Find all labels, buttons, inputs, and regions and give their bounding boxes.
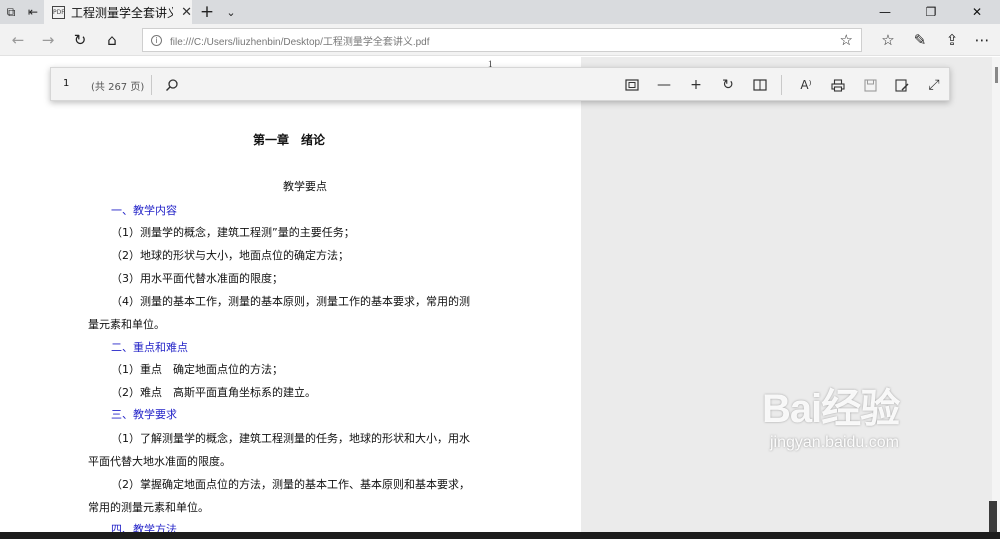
- favorites-hub-icon[interactable]: ☆: [872, 24, 904, 56]
- print-icon[interactable]: [827, 74, 849, 96]
- search-icon[interactable]: [161, 74, 183, 96]
- fullscreen-icon[interactable]: ⤢: [923, 74, 945, 96]
- info-icon[interactable]: i: [151, 34, 162, 46]
- refresh-icon[interactable]: ↻: [64, 24, 96, 56]
- fit-to-page-icon[interactable]: [621, 74, 643, 96]
- doc-line: 四、教学方法: [111, 523, 177, 532]
- watermark: Bai经验 jingyan.baidu.com: [762, 372, 952, 492]
- zoom-out-icon[interactable]: —: [653, 74, 675, 96]
- set-aside-tabs-icon[interactable]: ⇤: [22, 0, 44, 24]
- section-title: 教学要点: [283, 180, 327, 193]
- pen-icon[interactable]: ✎: [904, 24, 936, 56]
- watermark-url: jingyan.baidu.com: [770, 434, 899, 451]
- share-icon[interactable]: ⇪: [936, 24, 968, 56]
- doc-line: 一、教学内容: [111, 204, 177, 217]
- minimize-icon[interactable]: —: [862, 0, 908, 24]
- favorite-star-icon[interactable]: ☆: [840, 31, 853, 49]
- chapter-title: 第一章 绪论: [253, 133, 326, 147]
- doc-line: （4）测量的基本工作，测量的基本原则，测量工作的基本要求，常用的测: [111, 295, 470, 308]
- pdf-toolbar: 1 (共 267 页) — + ↻ A⁾ ⤢: [50, 67, 950, 101]
- tab-active[interactable]: PDF 工程测量学全套讲义.pd ✕: [44, 0, 192, 24]
- doc-line: 量元素和单位。: [88, 318, 165, 331]
- rotate-icon[interactable]: ↻: [717, 74, 739, 96]
- navigation-bar: ← → ↻ ⌂ i file:///C:/Users/liuzhenbin/De…: [0, 24, 1000, 56]
- doc-line: （2）掌握确定地面点位的方法，测量的基本工作、基本原则和基本要求，: [111, 478, 470, 491]
- doc-line: （3）用水平面代替水准面的限度；: [111, 272, 283, 285]
- address-url[interactable]: file:///C:/Users/liuzhenbin/Desktop/工程测量…: [170, 33, 430, 48]
- taskbar-strip: [0, 532, 1000, 539]
- close-window-icon[interactable]: ✕: [954, 0, 1000, 24]
- new-tab-icon[interactable]: +: [196, 0, 218, 24]
- tab-actions-icon[interactable]: ⧉: [0, 0, 22, 24]
- save-icon[interactable]: [859, 74, 881, 96]
- doc-line: （2）难点 高斯平面直角坐标系的建立。: [111, 386, 316, 399]
- page-total: (共 267 页): [91, 82, 145, 93]
- back-icon[interactable]: ←: [2, 24, 34, 56]
- zoom-in-icon[interactable]: +: [685, 74, 707, 96]
- close-tab-icon[interactable]: ✕: [181, 5, 192, 20]
- read-aloud-icon[interactable]: A⁾: [795, 74, 817, 96]
- restore-icon[interactable]: ❐: [908, 0, 954, 24]
- doc-line: （1）测量学的概念，建筑工程测”量的主要任务；: [111, 226, 355, 239]
- doc-line: 二、重点和难点: [111, 341, 188, 354]
- doc-line: 三、教学要求: [111, 408, 177, 421]
- chevron-down-icon[interactable]: ⌄: [220, 0, 242, 24]
- doc-line: 平面代替大地水准面的限度。: [88, 455, 231, 468]
- more-icon[interactable]: ⋯: [966, 24, 998, 56]
- divider: [781, 75, 782, 95]
- watermark-logo: Bai经验: [762, 387, 900, 431]
- divider: [151, 75, 152, 95]
- home-icon[interactable]: ⌂: [96, 24, 128, 56]
- doc-line: （2）地球的形状与大小，地面点位的确定方法；: [111, 249, 349, 262]
- doc-line: （1）了解测量学的概念，建筑工程测量的任务，地球的形状和大小，用水: [111, 432, 470, 445]
- title-bar: ⧉ ⇤ PDF 工程测量学全套讲义.pd ✕ + ⌄ — ❐ ✕: [0, 0, 1000, 24]
- scrollbar[interactable]: [992, 57, 1000, 532]
- save-as-icon[interactable]: [891, 74, 913, 96]
- forward-icon[interactable]: →: [32, 24, 64, 56]
- pdf-file-icon: PDF: [52, 5, 65, 19]
- tab-title: 工程测量学全套讲义.pd: [71, 5, 174, 20]
- scrollbar-thumb[interactable]: [995, 67, 998, 83]
- doc-line: （1）重点 确定地面点位的方法；: [111, 363, 283, 376]
- pdf-page: 1 第一章 绪论 教学要点 一、教学内容 （1）测量学的概念，建筑工程测”量的主…: [0, 57, 581, 532]
- page-layout-icon[interactable]: [749, 74, 771, 96]
- page-number-input[interactable]: 1: [63, 78, 69, 89]
- doc-line: 常用的测量元素和单位。: [88, 501, 209, 514]
- side-tray-indicator: [989, 501, 997, 532]
- address-bar[interactable]: i file:///C:/Users/liuzhenbin/Desktop/工程…: [142, 28, 862, 52]
